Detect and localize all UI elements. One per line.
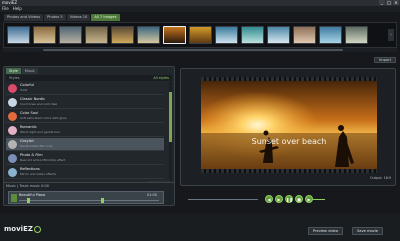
media-tabs: Photos and Videos Photos 5 Videos 10 All… [4,14,120,21]
style-description: Cool tones and calm feel [20,102,58,106]
window-title: moviEZ [2,0,18,5]
style-thumbnail-icon [8,154,17,163]
thumb-5[interactable] [111,26,134,44]
preview-video-button[interactable]: Preview video [308,227,343,235]
minimize-button[interactable]: _ [379,0,385,5]
styles-list: Colorful Vivid Classic Nordic Cool tones an… [6,82,172,180]
style-thumbnail-icon [8,140,17,149]
thumb-11[interactable] [267,26,290,44]
thumb-6[interactable] [137,26,160,44]
style-item[interactable]: Photo & Film Real old school filmstrip ef… [6,152,164,165]
play-button[interactable]: ▶ [275,195,283,203]
output-format-label: Output: 16:9 [369,176,391,180]
style-description: Desaturated film look [20,144,53,148]
thumb-4[interactable] [85,26,108,44]
filmstrip-scrollbar[interactable] [3,48,397,52]
style-description: Real old school filmstrip effect [20,158,66,162]
music-start-handle[interactable] [27,198,30,203]
thumb-2[interactable] [33,26,56,44]
tab-videos[interactable]: Videos 10 [66,14,91,21]
style-item[interactable]: Classic Nordic Cool tones and calm feel [6,96,164,109]
music-track[interactable]: Beautiful Piano 01:00 [8,191,164,204]
maximize-button[interactable]: □ [386,0,392,5]
style-item[interactable]: Romantic Warm light and gentle blur [6,124,164,137]
styles-scrollbar[interactable] [169,82,172,180]
tab-photos[interactable]: Photos 5 [44,14,66,21]
save-movie-button[interactable]: Save movie [352,227,383,235]
logo-text: moviEZ [4,225,33,233]
filmstrip-next-icon[interactable]: › [388,29,394,41]
styles-header-label: Styles [9,76,20,80]
style-description: Vivid [20,88,28,92]
thumb-13[interactable] [319,26,342,44]
playback-position-slider[interactable] [188,199,258,200]
style-item[interactable]: Grayish Desaturated film look [6,138,164,151]
previous-button[interactable]: ◀ [265,195,273,203]
music-note-icon [11,194,17,202]
tab-photos-videos[interactable]: Photos and Videos [4,14,44,21]
thumb-3[interactable] [59,26,82,44]
media-filmstrip: › [3,22,397,48]
volume-slider[interactable] [313,199,325,200]
style-thumbnail-icon [8,112,17,121]
style-item[interactable]: Reflections Mirror and water effects [6,166,164,179]
thumb-1[interactable] [7,26,30,44]
music-trim-slider[interactable] [19,200,159,201]
stop-button[interactable]: ■ [295,195,303,203]
playback-controls: ◀ ▶ ❚❚ ■ ▶ [180,192,396,212]
all-styles-link[interactable]: All styles [153,75,169,81]
preview-screen[interactable]: Sunset over beach [201,77,377,173]
style-thumbnail-icon [8,168,17,177]
style-item[interactable]: Colorful Vivid [6,82,164,95]
thumb-14[interactable] [345,26,368,44]
style-thumbnail-icon [8,98,17,107]
style-description: Mirror and water effects [20,172,57,176]
film-holes-top [201,77,377,81]
thumb-12[interactable] [293,26,316,44]
logo-ring-icon [33,225,41,233]
menu-help[interactable]: Help [13,6,22,12]
film-holes-bottom [201,169,377,173]
preview-caption: Sunset over beach [251,137,327,146]
thumb-10[interactable] [241,26,264,44]
menu-bar: File Help [0,6,400,12]
tab-all[interactable]: All 7 Images [91,14,120,21]
tab-music[interactable]: Music [21,68,38,74]
thumb-7[interactable] [163,26,186,44]
close-button[interactable]: × [393,0,399,5]
style-description: Soft saturated colors with glow [20,116,67,120]
video-preview: Sunset over beach Output: 16:9 [180,68,396,186]
menu-file[interactable]: File [2,6,9,12]
import-button[interactable]: Import [374,57,396,63]
music-track-name: Beautiful Piano [19,193,46,197]
pause-button[interactable]: ❚❚ [285,195,293,203]
music-header: Music | Track music 0:00 [6,184,49,188]
style-thumbnail-icon [8,84,17,93]
style-description: Warm light and gentle blur [20,130,61,134]
next-button[interactable]: ▶ [305,195,313,203]
app-logo: moviEZ [4,225,41,233]
style-thumbnail-icon [8,126,17,135]
styles-header: Styles All styles [6,75,172,81]
thumb-8[interactable] [189,26,212,44]
music-end-handle[interactable] [101,198,104,203]
music-track-time: 01:00 [146,193,157,197]
style-item[interactable]: Color Soul Soft saturated colors with glo… [6,110,164,123]
styles-scroll-thumb[interactable] [169,92,172,142]
preview-image [201,77,377,173]
tab-style[interactable]: Style [6,68,21,74]
thumb-9[interactable] [215,26,238,44]
filmstrip-scroll-thumb[interactable] [43,49,343,51]
music-panel: Music | Track music 0:00 Beautiful Piano… [3,182,175,206]
bottom-bar: moviEZ Preview video Save movie [0,213,400,241]
